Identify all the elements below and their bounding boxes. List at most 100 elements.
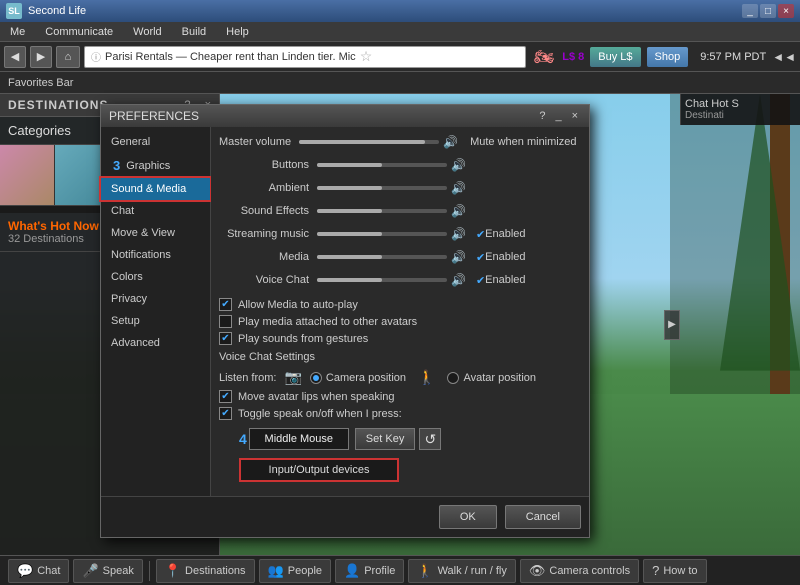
close-button[interactable]: × — [778, 4, 794, 18]
minimize-button[interactable]: _ — [742, 4, 758, 18]
preferences-title: PREFERENCES — [109, 109, 536, 123]
maximize-button[interactable]: □ — [760, 4, 776, 18]
pref-nav-notifications[interactable]: Notifications — [101, 244, 210, 266]
vol-icon-music[interactable]: 🔊 — [451, 227, 466, 241]
back-button[interactable]: ◀ — [4, 46, 26, 68]
checkbox-autoplay[interactable]: ✔ — [219, 298, 232, 311]
favorites-label: Favorites Bar — [8, 77, 73, 89]
set-key-button[interactable]: Set Key — [355, 428, 416, 450]
pref-nav-setup-label: Setup — [111, 315, 140, 327]
pref-nav-move-label: Move & View — [111, 227, 175, 239]
middle-mouse-input[interactable] — [249, 428, 349, 450]
profile-icon: 👤 — [344, 563, 360, 579]
vol-row-voice: Voice Chat 🔊 ✔ Enabled — [219, 270, 581, 290]
pref-nav-advanced[interactable]: Advanced — [101, 332, 210, 354]
radio-btn-camera[interactable] — [310, 372, 322, 384]
pref-help-btn[interactable]: ? — [536, 109, 548, 123]
vol-label-music: Streaming music — [219, 228, 309, 240]
num-badge-4: 4 — [239, 431, 247, 447]
cancel-button[interactable]: Cancel — [505, 505, 581, 529]
forward-button[interactable]: ▶ — [30, 46, 52, 68]
bookmark-icon[interactable]: ☆ — [360, 48, 373, 65]
menu-build[interactable]: Build — [178, 24, 210, 40]
vol-slider-buttons[interactable] — [317, 163, 447, 167]
radio-camera[interactable]: Camera position — [310, 372, 406, 384]
taskbar-chat[interactable]: 💬 Chat — [8, 559, 69, 583]
preferences-body: General 3 Graphics Sound & Media Chat Mo… — [101, 127, 589, 496]
dest-thumb-1[interactable] — [0, 145, 55, 205]
listen-from-row: Listen from: 📷 Camera position 🚶 Avatar … — [219, 369, 581, 386]
taskbar-walk[interactable]: 🚶 Walk / run / fly — [408, 559, 515, 583]
vol-icon-ambient[interactable]: 🔊 — [451, 181, 466, 195]
pref-nav-move-view[interactable]: Move & View — [101, 222, 210, 244]
radio-btn-avatar[interactable] — [447, 372, 459, 384]
taskbar-speak[interactable]: 🎤 Speak — [73, 559, 142, 583]
check-row-gestures: ✔ Play sounds from gestures — [219, 332, 581, 345]
vol-slider-music[interactable] — [317, 232, 447, 236]
vol-slider-sfx[interactable] — [317, 209, 447, 213]
refresh-button[interactable]: ↺ — [419, 428, 441, 450]
menu-me[interactable]: Me — [6, 24, 29, 40]
home-button[interactable]: ⌂ — [56, 46, 80, 68]
chat-icon: 💬 — [17, 563, 33, 579]
window-controls[interactable]: _ □ × — [742, 4, 794, 18]
vol-enabled-voice: Enabled — [485, 274, 525, 286]
vol-check-voice: ✔ — [476, 274, 485, 287]
taskbar-profile[interactable]: 👤 Profile — [335, 559, 404, 583]
vol-slider-media[interactable] — [317, 255, 447, 259]
checkbox-gestures[interactable]: ✔ — [219, 332, 232, 345]
preferences-content: Master volume 🔊 Mute when minimized Butt… — [211, 127, 589, 496]
pref-nav-graphics[interactable]: 3 Graphics — [101, 153, 210, 178]
graphics-num-badge: 3 — [113, 158, 120, 173]
menu-help[interactable]: Help — [222, 24, 253, 40]
vol-slider-voice[interactable] — [317, 278, 447, 282]
buy-linden-button[interactable]: Buy L$ — [590, 47, 640, 67]
preferences-controls: ? _ × — [536, 109, 581, 123]
taskbar-howto[interactable]: ? How to — [643, 559, 706, 583]
chat-hot-panel: Chat Hot S Destinati — [680, 94, 800, 125]
radio-avatar[interactable]: Avatar position — [447, 372, 536, 384]
checkbox-lips[interactable]: ✔ — [219, 390, 232, 403]
toggle-speak-label: Toggle speak on/off when I press: — [238, 408, 402, 420]
pref-nav-graphics-label: Graphics — [126, 160, 170, 172]
menu-communicate[interactable]: Communicate — [41, 24, 117, 40]
voice-chat-title: Voice Chat Settings — [219, 351, 581, 363]
expand-button[interactable]: ▶ — [664, 310, 680, 340]
howto-label: How to — [663, 565, 697, 577]
walk-run-fly-icon: 🚶 — [417, 563, 433, 579]
pref-nav-privacy[interactable]: Privacy — [101, 288, 210, 310]
vol-slider-ambient[interactable] — [317, 186, 447, 190]
checkbox-other-avatars[interactable] — [219, 315, 232, 328]
pref-nav-chat[interactable]: Chat — [101, 200, 210, 222]
title-bar: SL Second Life _ □ × — [0, 0, 800, 22]
pref-nav-sound-media[interactable]: Sound & Media — [101, 178, 210, 200]
vol-icon-media[interactable]: 🔊 — [451, 250, 466, 264]
master-volume-slider[interactable] — [299, 140, 439, 144]
listen-radio-group: Camera position 🚶 Avatar position — [310, 369, 536, 386]
volume-section: Buttons 🔊 Ambient 🔊 — [219, 155, 581, 290]
vol-icon-voice[interactable]: 🔊 — [451, 273, 466, 287]
preferences-nav: General 3 Graphics Sound & Media Chat Mo… — [101, 127, 211, 496]
pref-minimize-btn[interactable]: _ — [552, 109, 564, 123]
input-output-button[interactable]: Input/Output devices — [239, 458, 399, 482]
checkbox-toggle-speak[interactable]: ✔ — [219, 407, 232, 420]
master-vol-icon[interactable]: 🔊 — [443, 135, 458, 149]
shop-button[interactable]: Shop — [647, 47, 689, 67]
address-bar[interactable]: ⓘ Parisi Rentals — Cheaper rent than Lin… — [84, 46, 526, 68]
taskbar-destinations[interactable]: 📍 Destinations — [156, 559, 255, 583]
vol-icon-buttons[interactable]: 🔊 — [451, 158, 466, 172]
taskbar-camera[interactable]: 👁 Camera controls — [520, 559, 639, 583]
audio-icon[interactable]: ◄◄ — [772, 50, 796, 64]
ok-button[interactable]: OK — [439, 505, 497, 529]
vol-row-media: Media 🔊 ✔ Enabled — [219, 247, 581, 267]
toolbar: ◀ ▶ ⌂ ⓘ Parisi Rentals — Cheaper rent th… — [0, 42, 800, 72]
camera-icon: 📷 — [284, 369, 301, 386]
menu-world[interactable]: World — [129, 24, 166, 40]
taskbar-people[interactable]: 👥 People — [259, 559, 331, 583]
vol-icon-sfx[interactable]: 🔊 — [451, 204, 466, 218]
chat-hot-subtitle: Destinati — [685, 110, 796, 121]
pref-nav-general[interactable]: General — [101, 131, 210, 153]
pref-close-btn[interactable]: × — [569, 109, 581, 123]
pref-nav-colors[interactable]: Colors — [101, 266, 210, 288]
pref-nav-setup[interactable]: Setup — [101, 310, 210, 332]
